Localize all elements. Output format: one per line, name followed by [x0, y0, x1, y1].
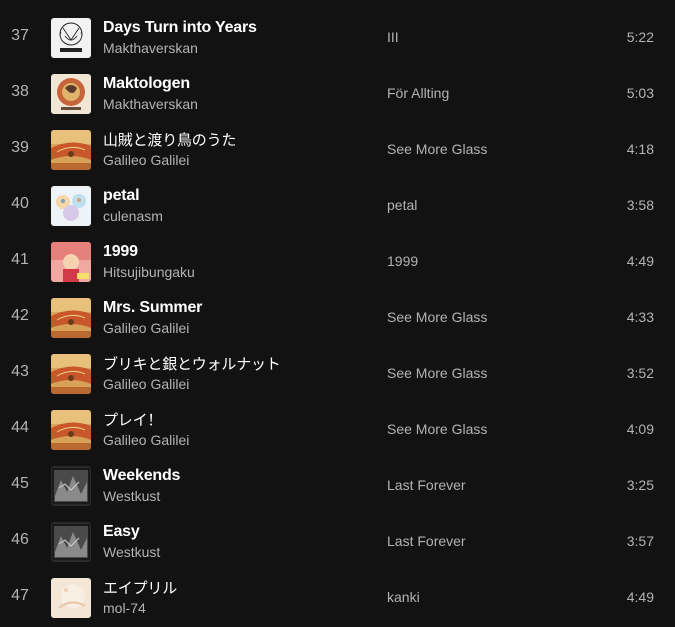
track-artist-link[interactable]: Makthaverskan — [103, 39, 363, 57]
track-title[interactable]: Days Turn into Years — [103, 18, 363, 38]
track-number: 46 — [11, 531, 29, 548]
track-title-block: 山賊と渡り鳥のうた Galileo Galilei — [103, 130, 363, 169]
album-art-1999[interactable] — [51, 242, 91, 282]
track-title[interactable]: Easy — [103, 522, 363, 542]
track-title-block: Easy Westkust — [103, 522, 363, 561]
track-number: 38 — [11, 83, 29, 100]
track-duration: 3:58 — [626, 197, 654, 213]
track-duration: 4:49 — [626, 253, 654, 269]
track-title[interactable]: Maktologen — [103, 74, 363, 94]
track-album-link[interactable]: See More Glass — [387, 141, 487, 157]
album-art-see-more-glass[interactable] — [51, 130, 91, 170]
album-art-see-more-glass[interactable] — [51, 354, 91, 394]
track-title-block: 1999 Hitsujibungaku — [103, 242, 363, 281]
track-number: 37 — [11, 27, 29, 44]
track-title[interactable]: ブリキと銀とウォルナット — [103, 354, 363, 374]
track-album-link[interactable]: III — [387, 29, 399, 45]
track-artist-link[interactable]: Galileo Galilei — [103, 319, 363, 337]
track-duration: 4:33 — [626, 309, 654, 325]
track-number: 45 — [11, 475, 29, 492]
tracklist: 37 Days Turn into Years Makthaverskan II… — [0, 10, 675, 626]
track-duration: 4:49 — [626, 589, 654, 605]
track-row-38[interactable]: 38 Maktologen Makthaverskan För Allting … — [0, 66, 675, 122]
track-duration: 4:09 — [626, 421, 654, 437]
track-title[interactable]: petal — [103, 186, 363, 206]
track-title[interactable]: プレイ！ — [103, 410, 363, 430]
track-number: 40 — [11, 195, 29, 212]
track-duration: 3:52 — [626, 365, 654, 381]
track-artist-link[interactable]: Westkust — [103, 487, 363, 505]
track-artist-link[interactable]: Galileo Galilei — [103, 431, 363, 449]
track-album-link[interactable]: Last Forever — [387, 533, 466, 549]
track-number: 43 — [11, 363, 29, 380]
track-album-link[interactable]: Last Forever — [387, 477, 466, 493]
track-title[interactable]: 1999 — [103, 242, 363, 262]
track-album-link[interactable]: See More Glass — [387, 309, 487, 325]
track-album-link[interactable]: See More Glass — [387, 421, 487, 437]
album-art-last-forever[interactable] — [51, 466, 91, 506]
track-row-42[interactable]: 42 Mrs. Summer Galileo Galilei See More … — [0, 290, 675, 346]
album-art-for-allting[interactable] — [51, 74, 91, 114]
track-artist-link[interactable]: mol-74 — [103, 599, 363, 617]
track-row-47[interactable]: 47 エイプリル mol-74 kanki 4:49 — [0, 570, 675, 626]
track-row-37[interactable]: 37 Days Turn into Years Makthaverskan II… — [0, 10, 675, 66]
track-row-46[interactable]: 46 Easy Westkust Last Forever 3:57 — [0, 514, 675, 570]
track-title[interactable]: Weekends — [103, 466, 363, 486]
track-album-link[interactable]: petal — [387, 197, 417, 213]
track-artist-link[interactable]: culenasm — [103, 207, 363, 225]
album-art-kanki[interactable] — [51, 578, 91, 618]
track-album-link[interactable]: 1999 — [387, 253, 418, 269]
track-title[interactable]: Mrs. Summer — [103, 298, 363, 318]
track-row-40[interactable]: 40 petal culenasm petal 3:58 — [0, 178, 675, 234]
track-title-block: プレイ！ Galileo Galilei — [103, 410, 363, 449]
track-title[interactable]: 山賊と渡り鳥のうた — [103, 130, 363, 150]
track-title-block: Weekends Westkust — [103, 466, 363, 505]
album-art-last-forever[interactable] — [51, 522, 91, 562]
track-artist-link[interactable]: Galileo Galilei — [103, 375, 363, 393]
album-art-makthaverskan-iii[interactable] — [51, 18, 91, 58]
track-duration: 5:03 — [626, 85, 654, 101]
track-row-41[interactable]: 41 1999 Hitsujibungaku 1999 4:49 — [0, 234, 675, 290]
track-duration: 4:18 — [626, 141, 654, 157]
album-art-see-more-glass[interactable] — [51, 298, 91, 338]
track-title-block: Maktologen Makthaverskan — [103, 74, 363, 113]
track-row-44[interactable]: 44 プレイ！ Galileo Galilei See More Glass 4… — [0, 402, 675, 458]
track-row-45[interactable]: 45 Weekends Westkust Last Forever 3:25 — [0, 458, 675, 514]
track-title-block: ブリキと銀とウォルナット Galileo Galilei — [103, 354, 363, 393]
track-row-43[interactable]: 43 ブリキと銀とウォルナット Galileo Galilei See More… — [0, 346, 675, 402]
track-title-block: petal culenasm — [103, 186, 363, 225]
track-title-block: Days Turn into Years Makthaverskan — [103, 18, 363, 57]
track-row-39[interactable]: 39 山賊と渡り鳥のうた Galileo Galilei See More Gl… — [0, 122, 675, 178]
album-art-see-more-glass[interactable] — [51, 410, 91, 450]
track-album-link[interactable]: För Allting — [387, 85, 449, 101]
track-number: 41 — [11, 251, 29, 268]
track-artist-link[interactable]: Galileo Galilei — [103, 151, 363, 169]
track-title[interactable]: エイプリル — [103, 578, 363, 598]
track-title-block: エイプリル mol-74 — [103, 578, 363, 617]
track-number: 39 — [11, 139, 29, 156]
track-artist-link[interactable]: Hitsujibungaku — [103, 263, 363, 281]
track-duration: 5:22 — [626, 29, 654, 45]
track-album-link[interactable]: kanki — [387, 589, 420, 605]
track-duration: 3:57 — [626, 533, 654, 549]
track-number: 47 — [11, 587, 29, 604]
track-artist-link[interactable]: Makthaverskan — [103, 95, 363, 113]
album-art-petal[interactable] — [51, 186, 91, 226]
track-duration: 3:25 — [626, 477, 654, 493]
track-title-block: Mrs. Summer Galileo Galilei — [103, 298, 363, 337]
track-number: 44 — [11, 419, 29, 436]
track-artist-link[interactable]: Westkust — [103, 543, 363, 561]
track-number: 42 — [11, 307, 29, 324]
track-album-link[interactable]: See More Glass — [387, 365, 487, 381]
